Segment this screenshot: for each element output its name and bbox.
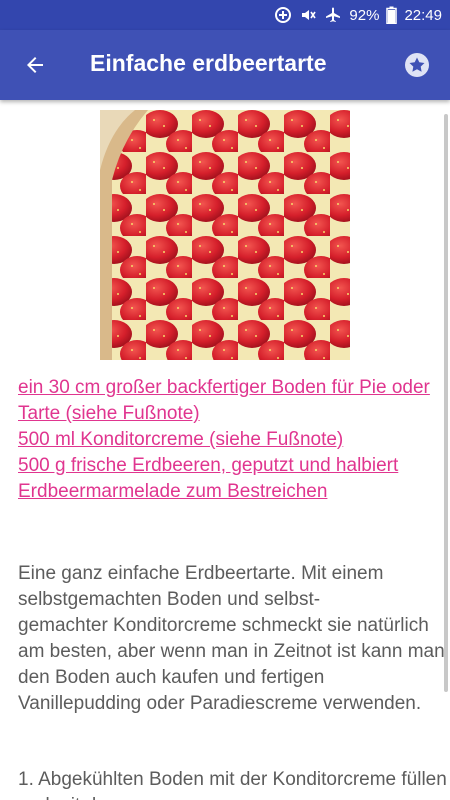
scrollbar[interactable] xyxy=(444,114,448,692)
ingredient-link[interactable]: ein 30 cm großer backfertiger Boden für … xyxy=(18,375,438,427)
recipe-description: Eine ganz einfache Erdbeertarte. Mit ein… xyxy=(18,563,445,714)
back-button[interactable] xyxy=(18,48,52,82)
ingredients-list: ein 30 cm großer backfertiger Boden für … xyxy=(18,375,438,505)
recipe-content[interactable]: ein 30 cm großer backfertiger Boden für … xyxy=(0,100,450,800)
recipe-step: 1. Abgekühlten Boden mit der Konditorcre… xyxy=(18,769,447,800)
arrow-back-icon xyxy=(27,57,43,73)
battery-icon xyxy=(386,6,398,24)
recipe-photo xyxy=(100,110,350,360)
battery-percent: 92% xyxy=(349,6,380,24)
status-icons: 92% 22:49 xyxy=(274,0,442,30)
airplane-mode-icon xyxy=(326,7,341,22)
favorite-star-button[interactable] xyxy=(404,52,430,78)
ingredient-link[interactable]: 500 g frische Erdbeeren, geputzt und hal… xyxy=(18,453,438,479)
data-saver-icon xyxy=(275,7,292,23)
clock: 22:49 xyxy=(404,6,442,24)
ingredient-link[interactable]: Erdbeermarmelade zum Bestreichen xyxy=(18,479,438,505)
ingredient-link[interactable]: 500 ml Konditorcreme (siehe Fußnote) xyxy=(18,427,438,453)
mute-icon xyxy=(302,10,317,20)
page-title: Einfache erdbeertarte xyxy=(90,50,327,76)
status-bar: 92% 22:49 xyxy=(0,0,450,30)
app-bar: Einfache erdbeertarte xyxy=(0,30,450,100)
